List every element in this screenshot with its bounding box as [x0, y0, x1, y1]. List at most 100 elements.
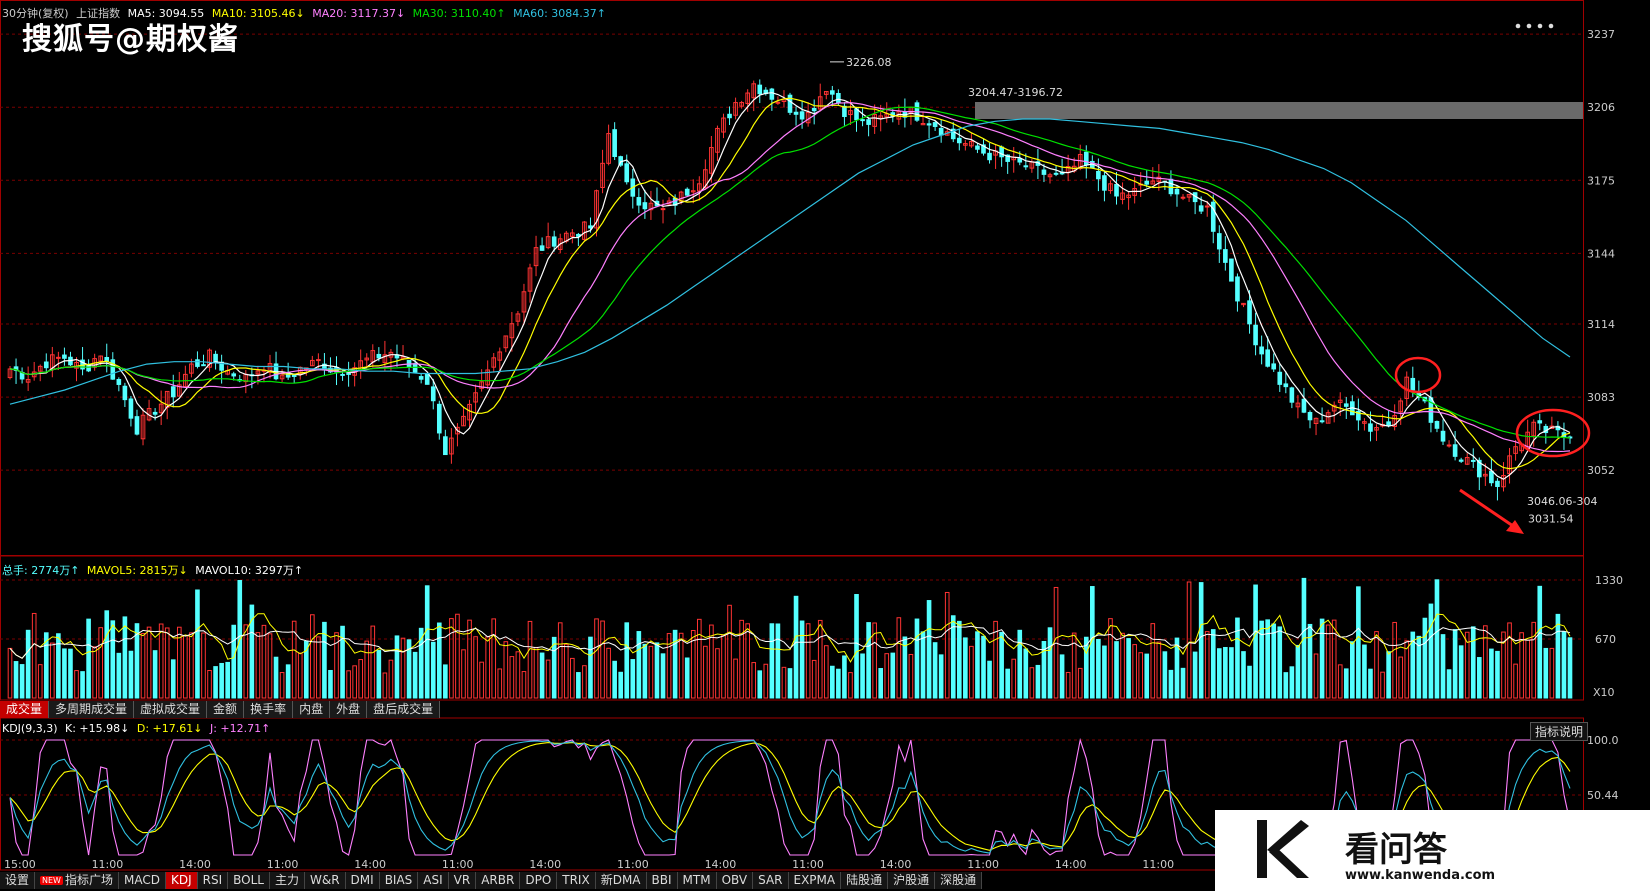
volume-bar: [678, 632, 684, 699]
volume-bar: [1483, 625, 1488, 699]
indicator-tab-6[interactable]: 主力: [269, 872, 305, 889]
candle-body: [938, 127, 944, 136]
indicator-tab-22[interactable]: 沪股通: [888, 872, 936, 889]
indicator-tab-21[interactable]: 陆股通: [841, 872, 889, 889]
candle-body: [842, 105, 847, 118]
volume-bar: [1229, 647, 1234, 699]
ma60-value: MA60: 3084.37↑: [513, 7, 606, 20]
candle-body: [128, 398, 134, 419]
candle-body: [316, 359, 321, 362]
volume-bar: [999, 631, 1004, 699]
indicator-tab-12[interactable]: ARBR: [476, 872, 521, 889]
candle-body: [122, 385, 128, 401]
volume-bar: [31, 612, 37, 699]
volume-bar: [189, 632, 194, 699]
indicator-tab-label: 设置: [5, 873, 30, 887]
indicator-tab-0[interactable]: 设置: [0, 872, 36, 889]
volume-bar: [1555, 613, 1561, 699]
ma20-line: [9, 101, 1571, 453]
x-tick-label: 11:00: [967, 858, 999, 871]
y-tick-label: 3237: [1587, 28, 1615, 41]
candle-body: [1537, 420, 1543, 424]
indicator-tab-3[interactable]: KDJ: [165, 872, 198, 889]
chart-canvas[interactable]: 3237 3206 3175 3144 3114 3083 3052 3226.08 3204.…: [0, 0, 1650, 891]
indicator-tab-15[interactable]: 新DMA: [595, 872, 647, 889]
indicator-tab-label: VR: [453, 873, 471, 887]
volume-bar: [1295, 644, 1301, 699]
volume-bar: [19, 664, 25, 699]
volume-bar: [1126, 638, 1131, 699]
volume-bar: [1180, 667, 1186, 699]
indicator-tab-19[interactable]: SAR: [753, 872, 789, 889]
indicator-tab-14[interactable]: TRIX: [557, 872, 596, 889]
volume-bar: [50, 642, 55, 699]
volume-bar: [636, 631, 642, 699]
volume-bar: [854, 594, 859, 699]
volume-bar: [1011, 658, 1017, 699]
indicator-tab-10[interactable]: ASI: [418, 872, 449, 889]
indicator-tab-18[interactable]: OBV: [716, 872, 754, 889]
candle-body: [1017, 158, 1023, 163]
volume-bar: [1132, 644, 1137, 699]
candle-body: [86, 365, 91, 372]
candle-body: [1434, 420, 1440, 429]
volume-tab-7[interactable]: 盘后成交量: [367, 701, 441, 718]
candle-body: [1289, 387, 1295, 403]
volume-bar: [503, 641, 509, 699]
volume-tab-1[interactable]: 多周期成交量: [49, 701, 135, 718]
volume-tab-2[interactable]: 虚拟成交量: [134, 701, 208, 718]
volume-bar: [1065, 671, 1071, 699]
indicator-tab-2[interactable]: MACD: [118, 872, 166, 889]
new-badge: NEW: [40, 876, 63, 885]
ma20-value: MA20: 3117.37↓: [312, 7, 406, 20]
indicator-tab-20[interactable]: EXPMA: [788, 872, 842, 889]
volume-bar: [1017, 629, 1023, 699]
indicator-tab-8[interactable]: DMI: [345, 872, 380, 889]
indicator-tab-17[interactable]: MTM: [677, 872, 717, 889]
indicator-tab-7[interactable]: W&R: [304, 872, 346, 889]
indicator-tab-9[interactable]: BIAS: [379, 872, 419, 889]
candle-body: [1283, 383, 1289, 388]
indicator-tab-5[interactable]: BOLL: [228, 872, 270, 889]
volume-tab-5[interactable]: 内盘: [293, 701, 331, 718]
volume-tab-0[interactable]: 成交量: [0, 701, 50, 718]
menu-dots-icon: [1548, 23, 1554, 29]
indicator-tab-4[interactable]: RSI: [197, 872, 229, 889]
indicator-tab-13[interactable]: DPO: [520, 872, 558, 889]
volume-bar: [860, 653, 865, 699]
indicator-tab-23[interactable]: 深股通: [935, 872, 983, 889]
volume-bar: [98, 627, 104, 699]
indicator-help-button[interactable]: 指标说明: [1529, 722, 1588, 741]
volume-tab-4[interactable]: 换手率: [244, 701, 294, 718]
volume-bar: [1374, 631, 1379, 699]
x-tick-label: 14:00: [705, 858, 737, 871]
volume-bar: [1470, 626, 1476, 699]
y-tick-label: 3083: [1587, 391, 1615, 404]
volume-bar: [285, 664, 291, 699]
candle-body: [436, 403, 442, 434]
volume-tab-6[interactable]: 外盘: [330, 701, 368, 718]
volume-bar: [25, 629, 31, 699]
volume-bar: [1343, 668, 1349, 699]
candle-body: [539, 245, 545, 251]
volume-bar: [183, 634, 188, 699]
candle-body: [424, 374, 430, 385]
volume-bar: [1029, 667, 1035, 699]
volume-bar: [1096, 638, 1101, 699]
candle-body: [1198, 205, 1204, 212]
volume-bar: [1549, 647, 1555, 699]
indicator-tab-11[interactable]: VR: [448, 872, 477, 889]
candle-body: [376, 353, 382, 359]
volume-bar: [914, 618, 920, 699]
volume-tab-3[interactable]: 金额: [207, 701, 245, 718]
indicator-tab-1[interactable]: NEW 指标广场: [35, 872, 119, 889]
menu-dots-icon: [1515, 23, 1521, 29]
indicator-tab-16[interactable]: BBI: [646, 872, 678, 889]
volume-bar: [297, 652, 303, 699]
arrow-line: [1459, 488, 1517, 530]
volume-bar: [424, 585, 430, 699]
volume-header: 总手: 2774万↑ MAVOL5: 2815万↓ MAVOL10: 3297万…: [2, 562, 303, 578]
volume-bar: [757, 670, 763, 699]
volume-bar: [648, 645, 654, 699]
x-tick-label: 11:00: [442, 858, 474, 871]
